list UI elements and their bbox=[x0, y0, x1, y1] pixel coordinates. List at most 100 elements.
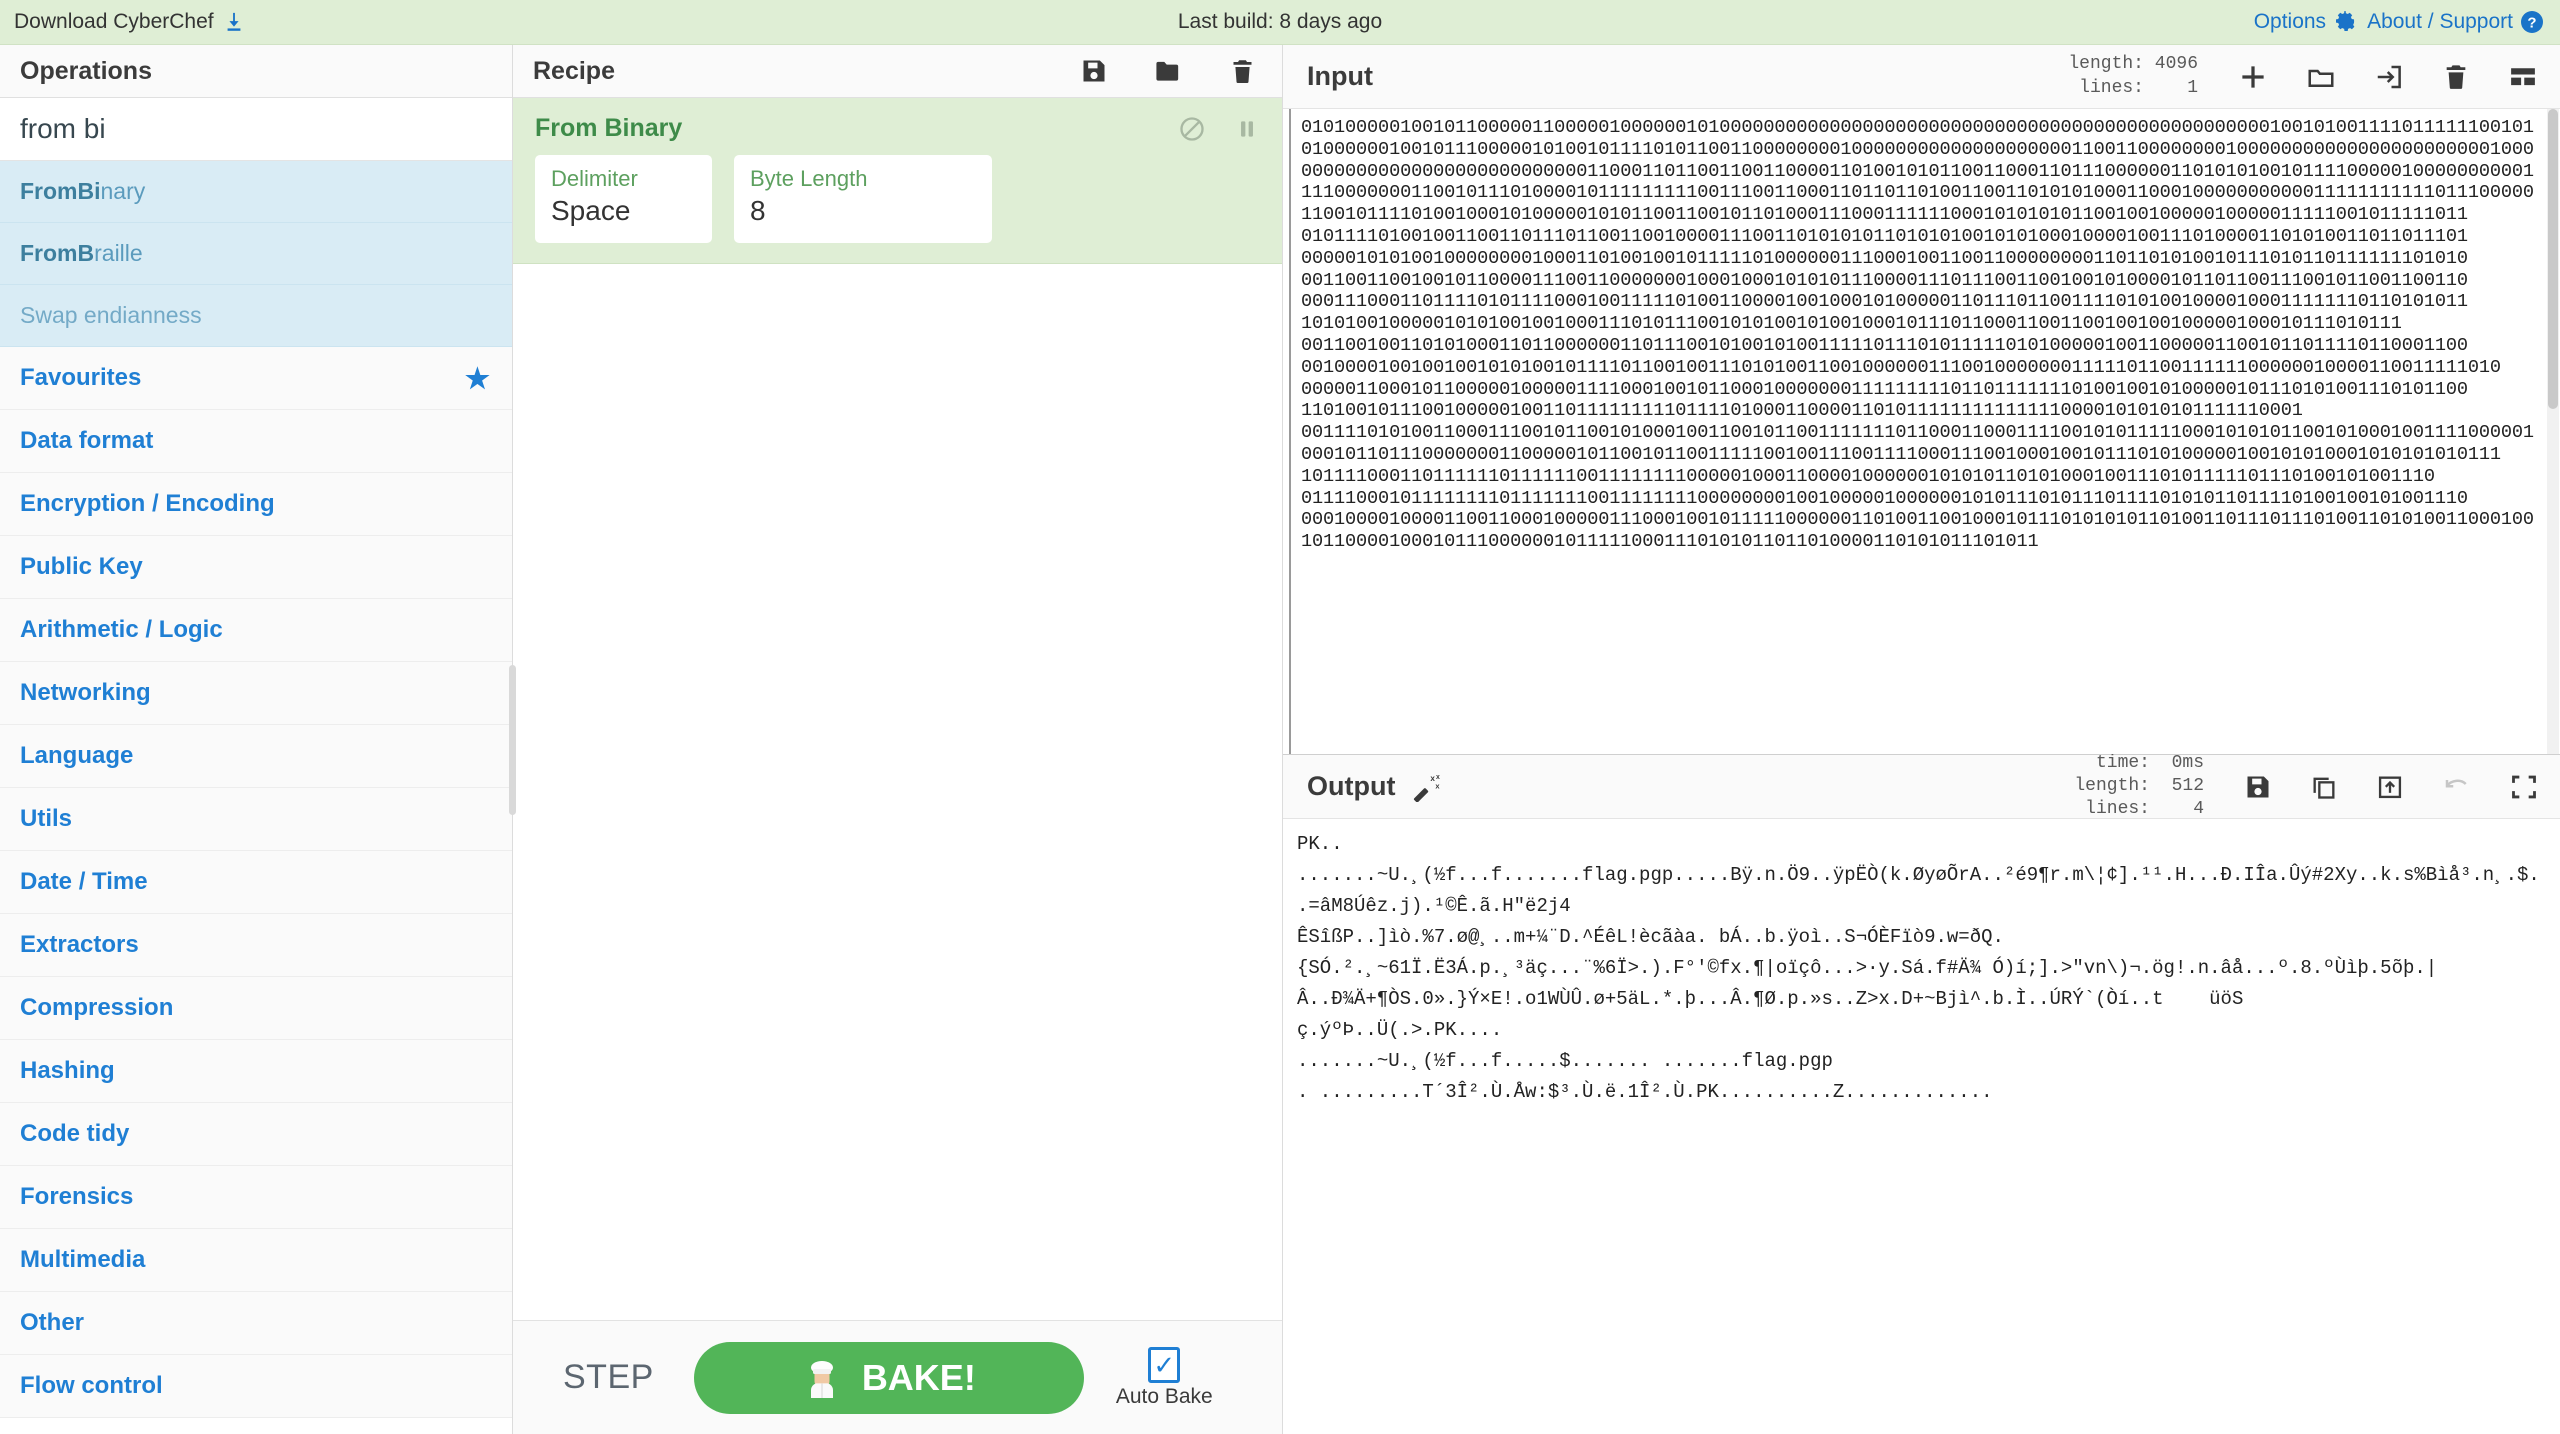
operations-title: Operations bbox=[0, 45, 512, 98]
svg-text:x: x bbox=[1436, 773, 1440, 780]
category-encryption-encoding[interactable]: Encryption / Encoding bbox=[0, 473, 512, 536]
category-flow-control[interactable]: Flow control bbox=[0, 1355, 512, 1418]
category-code-tidy[interactable]: Code tidy bbox=[0, 1103, 512, 1166]
undo-icon[interactable] bbox=[2442, 772, 2472, 802]
category-extractors[interactable]: Extractors bbox=[0, 914, 512, 977]
output-stats: time: 0ms length: 512 lines: 4 bbox=[2074, 752, 2204, 821]
category-label: Forensics bbox=[20, 1183, 133, 1211]
recipe-title: Recipe bbox=[533, 57, 615, 86]
output-panel: Output x x x time: 0ms length: 512 lines… bbox=[1283, 755, 2560, 1434]
category-label: Utils bbox=[20, 805, 72, 833]
save-output-icon[interactable] bbox=[2244, 773, 2272, 801]
magic-wand-icon[interactable]: x x x bbox=[1411, 772, 1441, 802]
question-circle-icon: ? bbox=[2520, 10, 2544, 34]
operation-result-2[interactable]: Swap endianness bbox=[0, 285, 512, 347]
auto-bake-label: Auto Bake bbox=[1116, 1385, 1213, 1409]
operations-panel: Operations From BinaryFrom BrailleSwap e… bbox=[0, 45, 513, 1434]
recipe-operation-name: From Binary bbox=[535, 114, 682, 143]
input-stats: length: 4096 lines: 1 bbox=[2068, 53, 2198, 99]
operations-resize-grip[interactable] bbox=[509, 665, 516, 815]
category-label: Other bbox=[20, 1309, 84, 1337]
about-support-label: About / Support bbox=[2367, 10, 2513, 34]
about-support-button[interactable]: About / Support ? bbox=[2367, 10, 2544, 34]
category-label: Date / Time bbox=[20, 868, 148, 896]
input-scrollbar[interactable] bbox=[2547, 109, 2559, 754]
operation-result-0[interactable]: From Binary bbox=[0, 161, 512, 223]
disable-icon[interactable] bbox=[1178, 115, 1206, 143]
open-file-icon[interactable] bbox=[2306, 62, 2336, 92]
recipe-header: Recipe bbox=[513, 45, 1282, 98]
input-scrollbar-thumb[interactable] bbox=[2548, 109, 2558, 409]
category-label: Flow control bbox=[20, 1372, 163, 1400]
category-label: Public Key bbox=[20, 553, 143, 581]
recipe-ingredients: DelimiterSpaceByte Length8 bbox=[513, 155, 1282, 243]
input-body: 0101000001001011000001100000100000010100… bbox=[1283, 109, 2560, 754]
ingredient-byte-length[interactable]: Byte Length8 bbox=[734, 155, 992, 243]
io-column: Input length: 4096 lines: 1 bbox=[1283, 45, 2560, 1434]
category-arithmetic-logic[interactable]: Arithmetic / Logic bbox=[0, 599, 512, 662]
save-recipe-icon[interactable] bbox=[1080, 57, 1108, 85]
output-title-wrap: Output x x x bbox=[1297, 771, 1441, 802]
options-label: Options bbox=[2254, 10, 2326, 34]
open-folder-as-input-icon[interactable] bbox=[2374, 62, 2404, 92]
recipe-panel: Recipe From Binary bbox=[513, 45, 1283, 1434]
search-input[interactable] bbox=[0, 98, 512, 160]
svg-text:?: ? bbox=[2527, 15, 2536, 32]
input-title: Input bbox=[1297, 61, 1373, 92]
category-label: Extractors bbox=[20, 931, 139, 959]
ingredient-delimiter[interactable]: DelimiterSpace bbox=[535, 155, 712, 243]
category-networking[interactable]: Networking bbox=[0, 662, 512, 725]
category-label: Hashing bbox=[20, 1057, 115, 1085]
category-label: Networking bbox=[20, 679, 151, 707]
operation-categories-list: Favourites★ Data format Encryption / Encod… bbox=[0, 347, 512, 1434]
ingredient-label: Byte Length bbox=[750, 165, 976, 193]
ingredient-value[interactable]: 8 bbox=[750, 193, 976, 229]
input-tabs-icon[interactable] bbox=[2508, 62, 2538, 92]
category-date-time[interactable]: Date / Time bbox=[0, 851, 512, 914]
last-build-label: Last build: 8 days ago bbox=[0, 10, 2560, 34]
category-label: Data format bbox=[20, 427, 153, 455]
maximise-output-icon[interactable] bbox=[2510, 773, 2538, 801]
category-label: Favourites bbox=[20, 364, 141, 392]
pause-icon[interactable] bbox=[1234, 116, 1260, 142]
output-textarea[interactable]: PK.. .......~U.¸(½f...f.......flag.pgp..… bbox=[1283, 819, 2560, 1434]
input-panel: Input length: 4096 lines: 1 bbox=[1283, 45, 2560, 755]
replace-input-icon[interactable] bbox=[2376, 773, 2404, 801]
clear-recipe-icon[interactable] bbox=[1229, 58, 1256, 85]
bake-button[interactable]: BAKE! bbox=[694, 1342, 1084, 1414]
auto-bake-toggle[interactable]: ✓ Auto Bake bbox=[1116, 1347, 1213, 1409]
options-button[interactable]: Options bbox=[2254, 10, 2357, 34]
category-compression[interactable]: Compression bbox=[0, 977, 512, 1040]
input-textarea[interactable]: 0101000001001011000001100000100000010100… bbox=[1289, 109, 2560, 754]
output-header: Output x x x time: 0ms length: 512 lines… bbox=[1283, 755, 2560, 819]
category-other[interactable]: Other bbox=[0, 1292, 512, 1355]
category-utils[interactable]: Utils bbox=[0, 788, 512, 851]
output-body: PK.. .......~U.¸(½f...f.......flag.pgp..… bbox=[1283, 819, 2560, 1434]
gear-icon bbox=[2333, 10, 2357, 34]
category-hashing[interactable]: Hashing bbox=[0, 1040, 512, 1103]
category-label: Multimedia bbox=[20, 1246, 145, 1274]
top-banner: Download CyberChef Last build: 8 days ag… bbox=[0, 0, 2560, 45]
category-data-format[interactable]: Data format bbox=[0, 410, 512, 473]
chef-icon bbox=[802, 1358, 842, 1398]
recipe-operation-from-binary[interactable]: From Binary DelimiterSpaceByte Length8 bbox=[513, 98, 1282, 264]
category-forensics[interactable]: Forensics bbox=[0, 1166, 512, 1229]
add-input-tab-icon[interactable] bbox=[2238, 62, 2268, 92]
category-multimedia[interactable]: Multimedia bbox=[0, 1229, 512, 1292]
category-favourites[interactable]: Favourites★ bbox=[0, 347, 512, 410]
clear-input-icon[interactable] bbox=[2442, 63, 2470, 91]
copy-output-icon[interactable] bbox=[2310, 773, 2338, 801]
category-language[interactable]: Language bbox=[0, 725, 512, 788]
bake-bar: STEP BAKE! ✓ Auto Bake bbox=[513, 1320, 1282, 1434]
ingredient-label: Delimiter bbox=[551, 165, 696, 193]
operation-result-1[interactable]: From Braille bbox=[0, 223, 512, 285]
load-recipe-icon[interactable] bbox=[1154, 57, 1183, 86]
category-label: Arithmetic / Logic bbox=[20, 616, 223, 644]
category-label: Encryption / Encoding bbox=[20, 490, 275, 518]
category-label: Code tidy bbox=[20, 1120, 129, 1148]
category-public-key[interactable]: Public Key bbox=[0, 536, 512, 599]
auto-bake-checkbox[interactable]: ✓ bbox=[1148, 1347, 1180, 1383]
operations-search-wrapper bbox=[0, 98, 512, 161]
step-button[interactable]: STEP bbox=[537, 1350, 680, 1405]
ingredient-value[interactable]: Space bbox=[551, 193, 696, 229]
